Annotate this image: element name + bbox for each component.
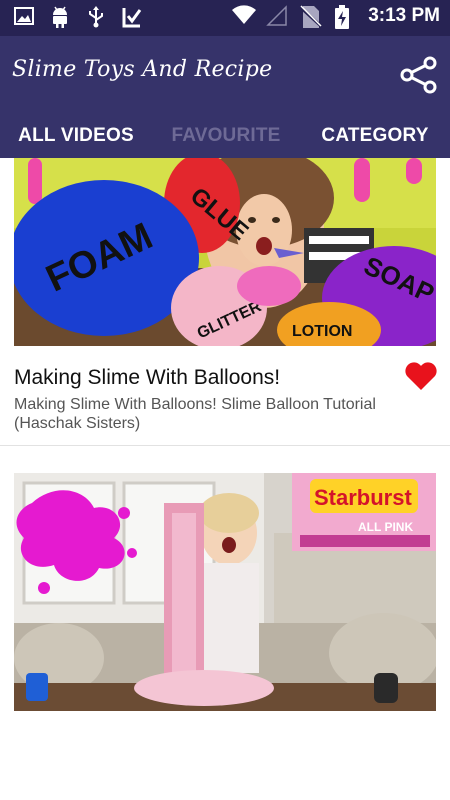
app-bar: Slime Toys And Recipe (0, 36, 450, 114)
favourite-button[interactable] (404, 361, 438, 393)
svg-text:ALL PINK: ALL PINK (358, 520, 413, 534)
app-title: Slime Toys And Recipe (12, 57, 273, 82)
tab-bar: ALL VIDEOS FAVOURITE CATEGORY (0, 114, 450, 158)
image-icon (14, 6, 36, 28)
share-icon (400, 56, 437, 94)
status-bar: 3:13 PM (0, 0, 450, 36)
svg-text:LOTION: LOTION (292, 323, 352, 340)
video-thumbnail[interactable]: GLUE FOAM GLITTER SOAP LOTION (14, 158, 436, 346)
tab-all-videos[interactable]: ALL VIDEOS (0, 114, 152, 158)
tab-favourite[interactable]: FAVOURITE (152, 114, 300, 158)
video-description: Making Slime With Balloons! Slime Balloo… (14, 396, 376, 432)
video-list: GLUE FOAM GLITTER SOAP LOTION Making Sli… (0, 158, 450, 800)
heart-icon (405, 362, 437, 390)
share-button[interactable] (396, 52, 442, 98)
tab-category[interactable]: CATEGORY (300, 114, 450, 158)
battery-charging-icon (334, 5, 356, 29)
android-icon (50, 6, 72, 28)
usb-icon (86, 6, 108, 28)
no-sim-icon (299, 5, 324, 29)
divider (0, 445, 450, 446)
video-thumbnail[interactable]: Starburst ALL PINK (14, 473, 436, 711)
video-title[interactable]: Making Slime With Balloons! (14, 366, 280, 390)
signal-icon (266, 5, 288, 27)
checkmark-app-icon (122, 6, 144, 28)
status-time: 3:13 PM (368, 5, 440, 26)
wifi-icon (232, 5, 257, 27)
svg-text:Starburst: Starburst (314, 485, 412, 510)
